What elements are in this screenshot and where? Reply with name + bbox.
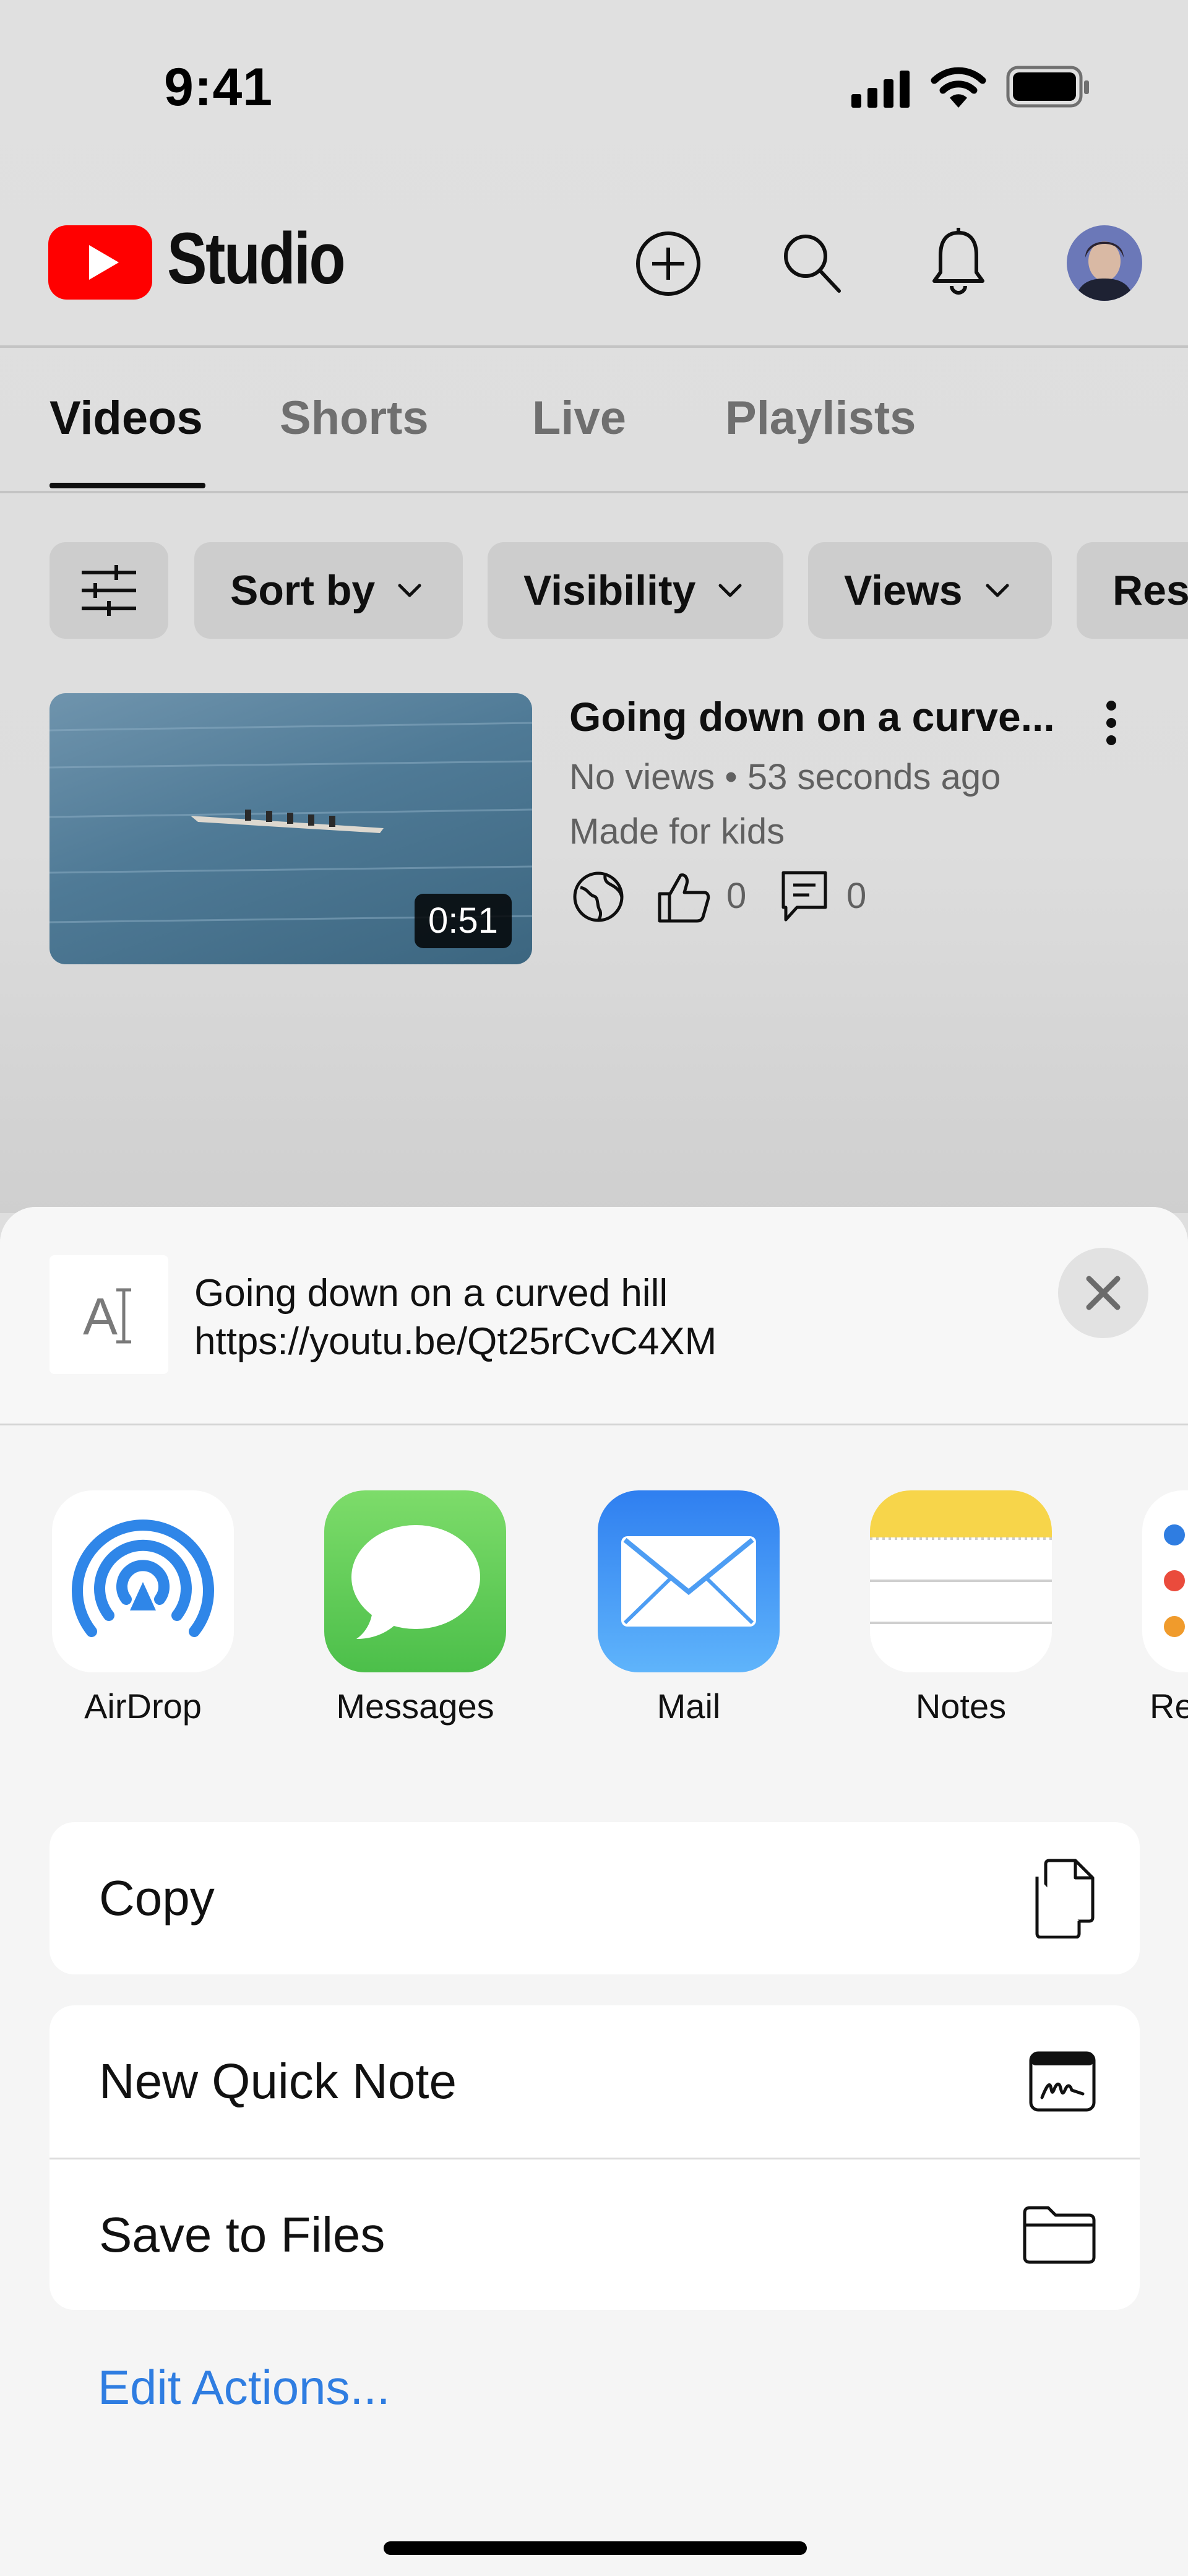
more-options-icon[interactable] — [1104, 699, 1119, 746]
mail-label: Mail — [656, 1687, 721, 1726]
globe-public-icon — [573, 871, 624, 922]
tabs-divider — [0, 491, 1188, 493]
share-item-url: https://youtu.be/Qt25rCvC4XM — [194, 1320, 717, 1363]
tab-videos[interactable]: Videos — [50, 391, 203, 445]
tab-shorts[interactable]: Shorts — [280, 391, 429, 445]
video-audience: Made for kids — [569, 811, 785, 852]
like-thumb-icon — [658, 873, 710, 923]
home-indicator[interactable] — [384, 2541, 807, 2555]
filter-settings-button[interactable] — [50, 542, 168, 639]
edit-actions-link[interactable]: Edit Actions... — [98, 2359, 390, 2416]
comment-icon — [781, 871, 827, 922]
sliders-icon — [82, 565, 136, 616]
cellular-signal-icon — [851, 71, 910, 108]
restrictions-chip[interactable]: Res — [1077, 542, 1188, 639]
close-icon — [1086, 1276, 1121, 1310]
likes-count: 0 — [726, 876, 747, 916]
notes-label: Notes — [915, 1687, 1007, 1726]
video-title[interactable]: Going down on a curve... — [569, 693, 1055, 740]
sort-by-chip[interactable]: Sort by — [194, 542, 463, 639]
tab-live[interactable]: Live — [532, 391, 626, 445]
messages-label: Messages — [336, 1687, 494, 1726]
visibility-chip[interactable]: Visibility — [488, 542, 783, 639]
search-icon[interactable] — [782, 231, 842, 293]
save-to-files-label: Save to Files — [99, 2206, 385, 2262]
chevron-down-icon — [718, 584, 742, 597]
avatar[interactable] — [1067, 225, 1142, 301]
sheet-divider — [0, 1424, 1188, 1425]
text-document-icon: A — [50, 1255, 168, 1374]
reminders-label: Re — [1150, 1687, 1188, 1726]
share-sheet: A Going down on a curved hill https://yo… — [0, 1207, 1188, 2576]
comments-count: 0 — [846, 876, 867, 916]
new-quick-note-action[interactable]: New Quick Note — [50, 2005, 1140, 2158]
share-item-title: Going down on a curved hill — [194, 1272, 668, 1315]
chevron-down-icon — [986, 584, 1009, 597]
active-tab-indicator — [50, 483, 205, 488]
actions-group: New Quick Note Save to Files — [50, 2005, 1140, 2310]
share-sheet-header: A Going down on a curved hill https://yo… — [0, 1207, 1188, 1425]
views-chip[interactable]: Views — [808, 542, 1052, 639]
copy-label: Copy — [99, 1870, 215, 1926]
tab-playlists[interactable]: Playlists — [725, 391, 916, 445]
quick-note-icon — [1029, 2051, 1096, 2112]
airdrop-label: AirDrop — [84, 1687, 202, 1726]
sort-by-label: Sort by — [230, 567, 376, 614]
chevron-down-icon — [398, 584, 421, 597]
wifi-icon — [931, 67, 986, 108]
save-to-files-action[interactable]: Save to Files — [50, 2158, 1140, 2310]
copy-action-group: Copy — [50, 1822, 1140, 1974]
folder-icon — [1023, 2206, 1096, 2263]
studio-logo-text: Studio — [167, 218, 346, 300]
airdrop-icon[interactable] — [52, 1490, 234, 1672]
create-button[interactable] — [635, 230, 702, 297]
copy-documents-icon — [1035, 1859, 1095, 1938]
video-duration-badge: 0:51 — [415, 894, 512, 948]
restrictions-label: Res — [1113, 567, 1188, 614]
video-meta: No views • 53 seconds ago — [569, 757, 1001, 797]
messages-icon[interactable] — [324, 1490, 506, 1672]
status-time: 9:41 — [164, 58, 273, 117]
studio-app-background: 9:41 Studio Videos Shorts Live Playlists… — [0, 0, 1188, 1213]
visibility-label: Visibility — [523, 567, 696, 614]
notifications-bell-icon[interactable] — [932, 228, 985, 296]
header-divider — [0, 345, 1188, 348]
copy-action[interactable]: Copy — [50, 1822, 1140, 1974]
battery-icon — [1006, 66, 1089, 108]
svg-text:A: A — [83, 1287, 118, 1346]
new-quick-note-label: New Quick Note — [99, 2054, 457, 2109]
views-label: Views — [844, 567, 963, 614]
youtube-logo-icon — [48, 225, 152, 300]
reminders-icon[interactable] — [1142, 1490, 1188, 1672]
close-button[interactable] — [1058, 1248, 1148, 1338]
notes-icon[interactable] — [870, 1490, 1052, 1672]
mail-icon[interactable] — [598, 1490, 780, 1672]
